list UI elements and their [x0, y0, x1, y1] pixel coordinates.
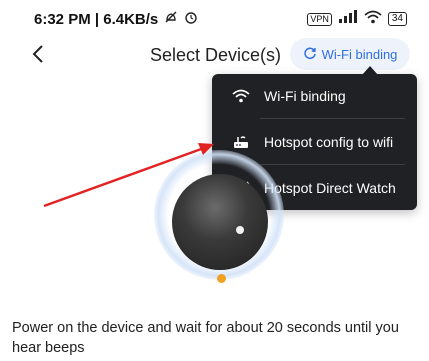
- annotation-arrow: [43, 143, 214, 208]
- instruction-text: Power on the device and wait for about 2…: [12, 320, 399, 356]
